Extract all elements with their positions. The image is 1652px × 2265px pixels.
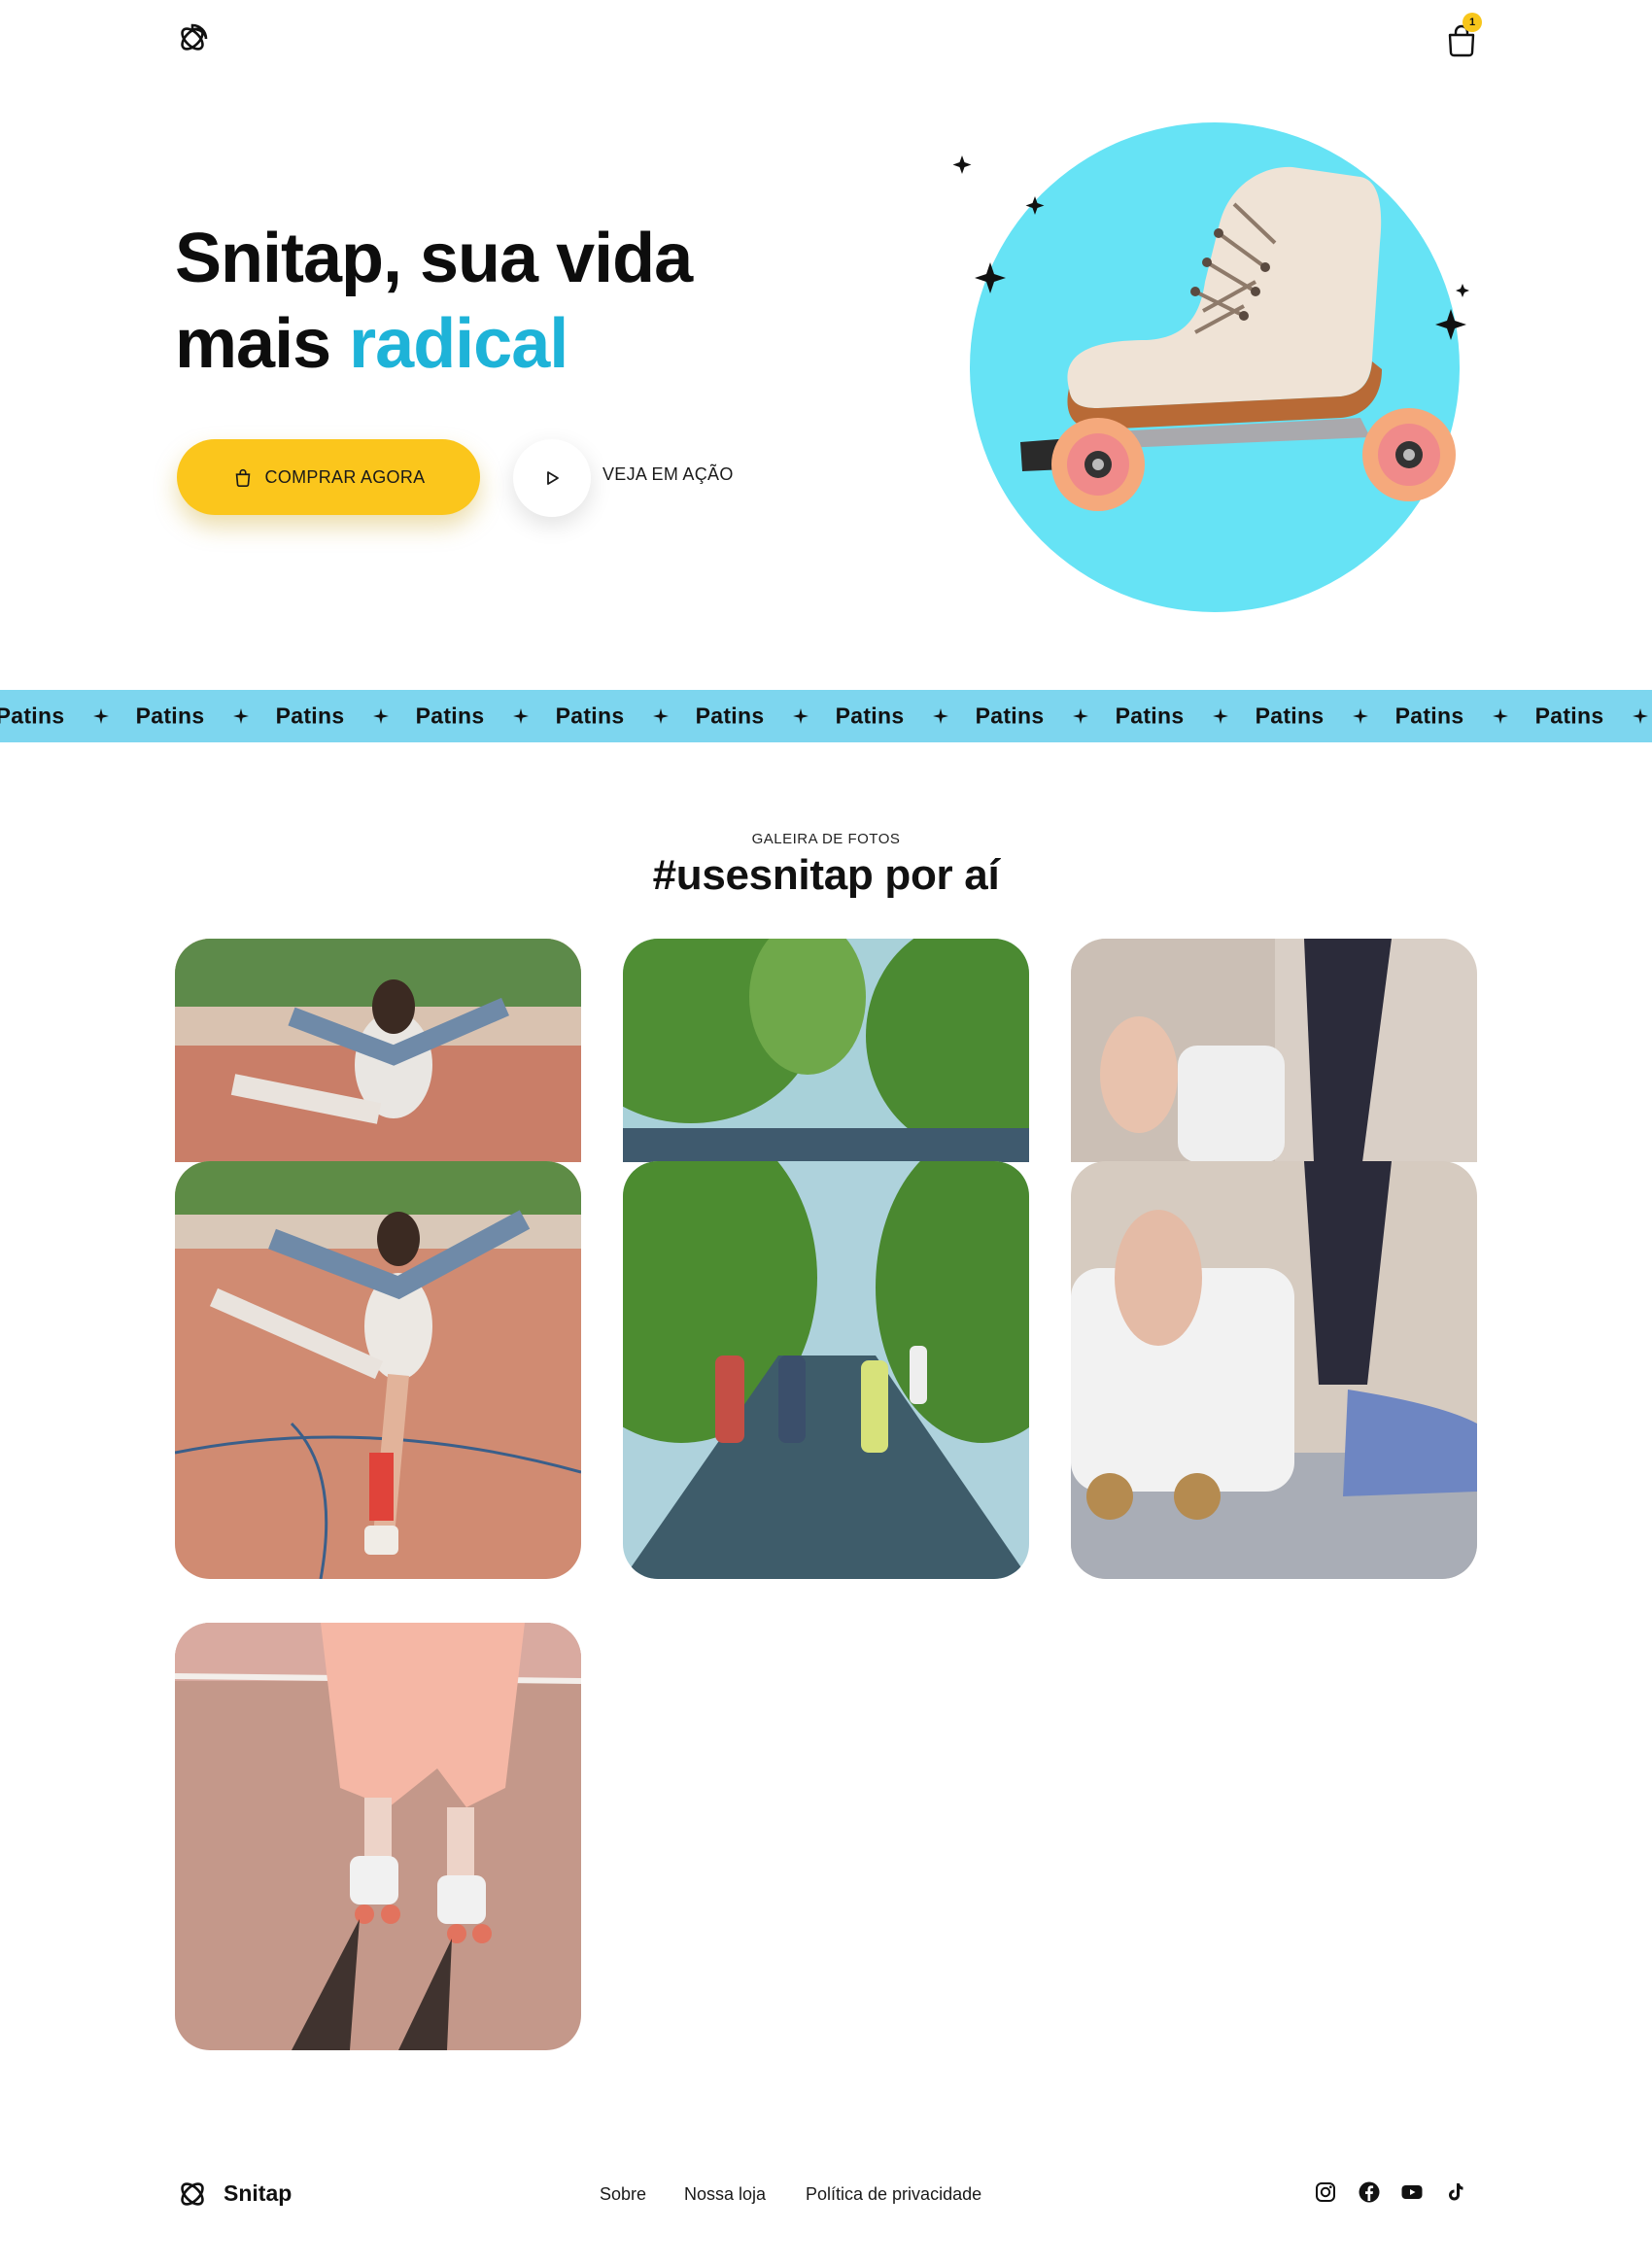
play-video-label[interactable]: VEJA EM AÇÃO	[602, 464, 734, 485]
marquee-track: Patins Patins Patins Patins Patins Patins Pati…	[0, 690, 1652, 742]
marquee-word: Patins	[135, 703, 205, 729]
facebook-icon[interactable]	[1358, 2180, 1381, 2204]
sparkle-icon	[653, 708, 669, 724]
cart-count-badge: 1	[1463, 13, 1482, 32]
buy-now-button[interactable]: COMPRAR AGORA	[177, 439, 480, 515]
marquee-word: Patins	[835, 703, 905, 729]
marquee-word: Patins	[695, 703, 765, 729]
hero-title: Snitap, sua vida mais radical	[175, 216, 797, 387]
gallery-photo-skater-legs[interactable]	[175, 1623, 581, 2050]
sparkle-icon	[793, 708, 809, 724]
sparkle-icon	[933, 708, 948, 724]
gallery-photo-park-skaters[interactable]	[623, 1161, 1029, 1579]
marquee-word: Patins	[1534, 703, 1604, 729]
sparkle-icon	[1073, 708, 1088, 724]
sparkle-icon	[373, 708, 389, 724]
footer-logo-icon[interactable]	[175, 2177, 210, 2212]
marquee-banner: Patins Patins Patins Patins Patins Patins Pati…	[0, 690, 1652, 742]
marquee-word: Patins	[1394, 703, 1464, 729]
gallery-photo-park-skaters-crop[interactable]	[623, 939, 1029, 1162]
gallery-photo-lacing-skate-crop[interactable]	[1071, 939, 1477, 1162]
sparkle-icon	[1213, 708, 1228, 724]
sparkle-icon	[1493, 708, 1508, 724]
marquee-word: Patins	[0, 703, 65, 729]
buy-now-label: COMPRAR AGORA	[264, 466, 426, 487]
gallery-photo-skater-dancing-crop[interactable]	[175, 939, 581, 1162]
gallery-photo-skater-dancing[interactable]	[175, 1161, 581, 1579]
hero-title-line1: Snitap, sua vida	[175, 220, 693, 297]
brand-logo-icon[interactable]	[175, 21, 210, 56]
marquee-word: Patins	[275, 703, 345, 729]
sparkle-icon	[1633, 708, 1648, 724]
sparkle-icon	[93, 708, 109, 724]
footer-link-privacidade[interactable]: Política de privacidade	[806, 2184, 981, 2205]
sparkle-icon	[233, 708, 249, 724]
gallery-title: #usesnitap por aí	[652, 851, 1000, 899]
marquee-word: Patins	[1115, 703, 1185, 729]
hero-title-line2: mais	[175, 305, 350, 383]
gallery-photo-lacing-skate[interactable]	[1071, 1161, 1477, 1579]
hero-title-accent: radical	[349, 305, 568, 383]
marquee-word: Patins	[1255, 703, 1325, 729]
footer-brand-name: Snitap	[224, 2180, 293, 2206]
play-video-button[interactable]	[513, 439, 591, 517]
sparkle-icon	[513, 708, 529, 724]
footer-link-nossa-loja[interactable]: Nossa loja	[684, 2184, 766, 2205]
tiktok-icon[interactable]	[1443, 2180, 1466, 2204]
shopping-bag-icon	[235, 468, 250, 487]
footer-link-sobre[interactable]: Sobre	[600, 2184, 646, 2205]
play-icon	[547, 471, 559, 485]
marquee-word: Patins	[975, 703, 1045, 729]
marquee-word: Patins	[555, 703, 625, 729]
youtube-icon[interactable]	[1400, 2180, 1424, 2204]
instagram-icon[interactable]	[1314, 2180, 1337, 2204]
hero-roller-skate-image	[952, 107, 1477, 632]
marquee-word: Patins	[415, 703, 485, 729]
gallery-eyebrow: GALEIRA DE FOTOS	[751, 831, 901, 847]
sparkle-icon	[1353, 708, 1368, 724]
